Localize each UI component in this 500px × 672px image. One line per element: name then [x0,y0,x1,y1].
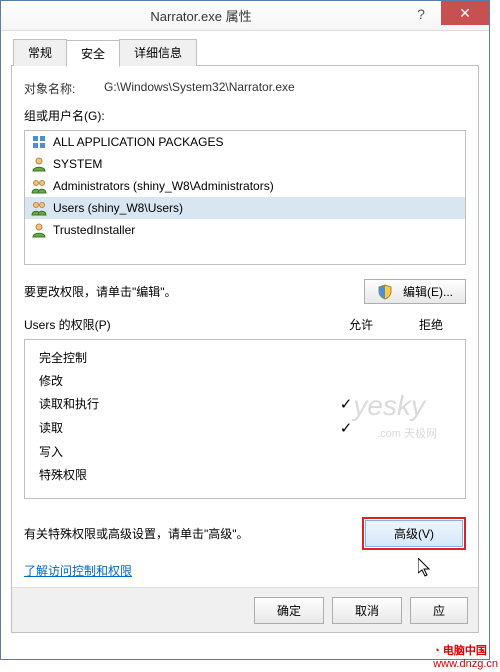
perm-row: 特殊权限 [25,463,465,486]
group-item[interactable]: Users (shiny_W8\Users) [25,197,465,219]
perm-name: 修改 [39,372,311,389]
perm-row: 写入 [25,440,465,463]
perm-name: 读取和执行 [39,395,311,413]
perm-row: 完全控制 [25,346,465,369]
tab-content-security: 对象名称: G:\Windows\System32\Narrator.exe 组… [11,65,479,633]
group-item-label: Administrators (shiny_W8\Administrators) [53,179,274,193]
titlebar: Narrator.exe 属性 ? ✕ [1,1,489,31]
perm-name: 读取 [39,419,311,437]
object-label: 对象名称: [24,80,104,97]
tab-general[interactable]: 常规 [13,39,67,66]
site-badge: ◔ 电脑中国 www.dnzg.cn [433,642,498,670]
perm-name: 完全控制 [39,349,311,366]
perm-allow [311,443,381,460]
advanced-button-label: 高级(V) [394,527,434,541]
site-badge-icon: ◔ [433,645,440,657]
group-item[interactable]: Administrators (shiny_W8\Administrators) [25,175,465,197]
group-item[interactable]: TrustedInstaller [25,219,465,241]
perms-listbox: yesky .com 天极网 完全控制修改读取和执行✓读取✓写入特殊权限 [24,339,466,499]
group-item-label: Users (shiny_W8\Users) [53,201,183,215]
users-icon [31,178,47,194]
perm-allow [311,372,381,389]
tab-details[interactable]: 详细信息 [119,39,197,66]
shield-icon [377,284,393,300]
groups-label: 组或用户名(G): [24,107,466,124]
perm-row: 读取✓ [25,416,465,440]
close-button[interactable]: ✕ [441,1,489,25]
group-item-label: TrustedInstaller [53,223,135,237]
tabs: 常规 安全 详细信息 [13,39,489,66]
window-controls: ? ✕ [401,1,489,30]
edit-button[interactable]: 编辑(E)... [364,279,466,304]
perm-allow: ✓ [311,419,381,437]
edit-text: 要更改权限，请单击"编辑"。 [24,283,177,300]
group-item[interactable]: ALL APPLICATION PACKAGES [25,131,465,153]
perm-deny [381,466,451,483]
edit-button-label: 编辑(E)... [403,283,453,300]
site-badge-url: www.dnzg.cn [433,658,498,670]
help-button[interactable]: ? [401,1,441,27]
user-icon [31,156,47,172]
perm-deny [381,372,451,389]
perm-row: 修改 [25,369,465,392]
perm-deny [381,395,451,413]
site-badge-cn: 电脑中国 [443,645,487,657]
perm-deny [381,349,451,366]
perm-allow [311,466,381,483]
perm-allow: ✓ [311,395,381,413]
advanced-button[interactable]: 高级(V) [365,520,463,547]
perm-allow [311,349,381,366]
advanced-text: 有关特殊权限或高级设置，请单击"高级"。 [24,525,249,542]
perm-deny [381,419,451,437]
user-icon [31,222,47,238]
pkg-icon [31,134,47,150]
perm-name: 特殊权限 [39,466,311,483]
perms-header-label: Users 的权限(P) [24,316,326,333]
properties-window: Narrator.exe 属性 ? ✕ 常规 安全 详细信息 对象名称: G:\… [0,0,490,660]
advanced-row: 有关特殊权限或高级设置，请单击"高级"。 高级(V) [24,517,466,550]
object-value: G:\Windows\System32\Narrator.exe [104,80,466,97]
object-row: 对象名称: G:\Windows\System32\Narrator.exe [24,80,466,97]
window-title: Narrator.exe 属性 [1,6,401,25]
users-icon [31,200,47,216]
group-item[interactable]: SYSTEM [25,153,465,175]
perms-header: Users 的权限(P) 允许 拒绝 [24,316,466,333]
advanced-button-highlight: 高级(V) [362,517,466,550]
dialog-footer: 确定 取消 应 [12,587,478,632]
apply-button[interactable]: 应 [410,597,468,624]
cancel-button[interactable]: 取消 [332,597,402,624]
group-item-label: SYSTEM [53,157,102,171]
ok-button[interactable]: 确定 [254,597,324,624]
perm-deny [381,443,451,460]
groups-listbox[interactable]: ALL APPLICATION PACKAGES SYSTEM Administra… [24,130,466,265]
tab-security[interactable]: 安全 [66,40,120,67]
perms-col-allow: 允许 [326,316,396,333]
learn-link[interactable]: 了解访问控制和权限 [24,564,132,578]
group-item-label: ALL APPLICATION PACKAGES [53,135,224,149]
perm-row: 读取和执行✓ [25,392,465,416]
perm-name: 写入 [39,443,311,460]
perms-col-deny: 拒绝 [396,316,466,333]
edit-row: 要更改权限，请单击"编辑"。 编辑(E)... [24,279,466,304]
